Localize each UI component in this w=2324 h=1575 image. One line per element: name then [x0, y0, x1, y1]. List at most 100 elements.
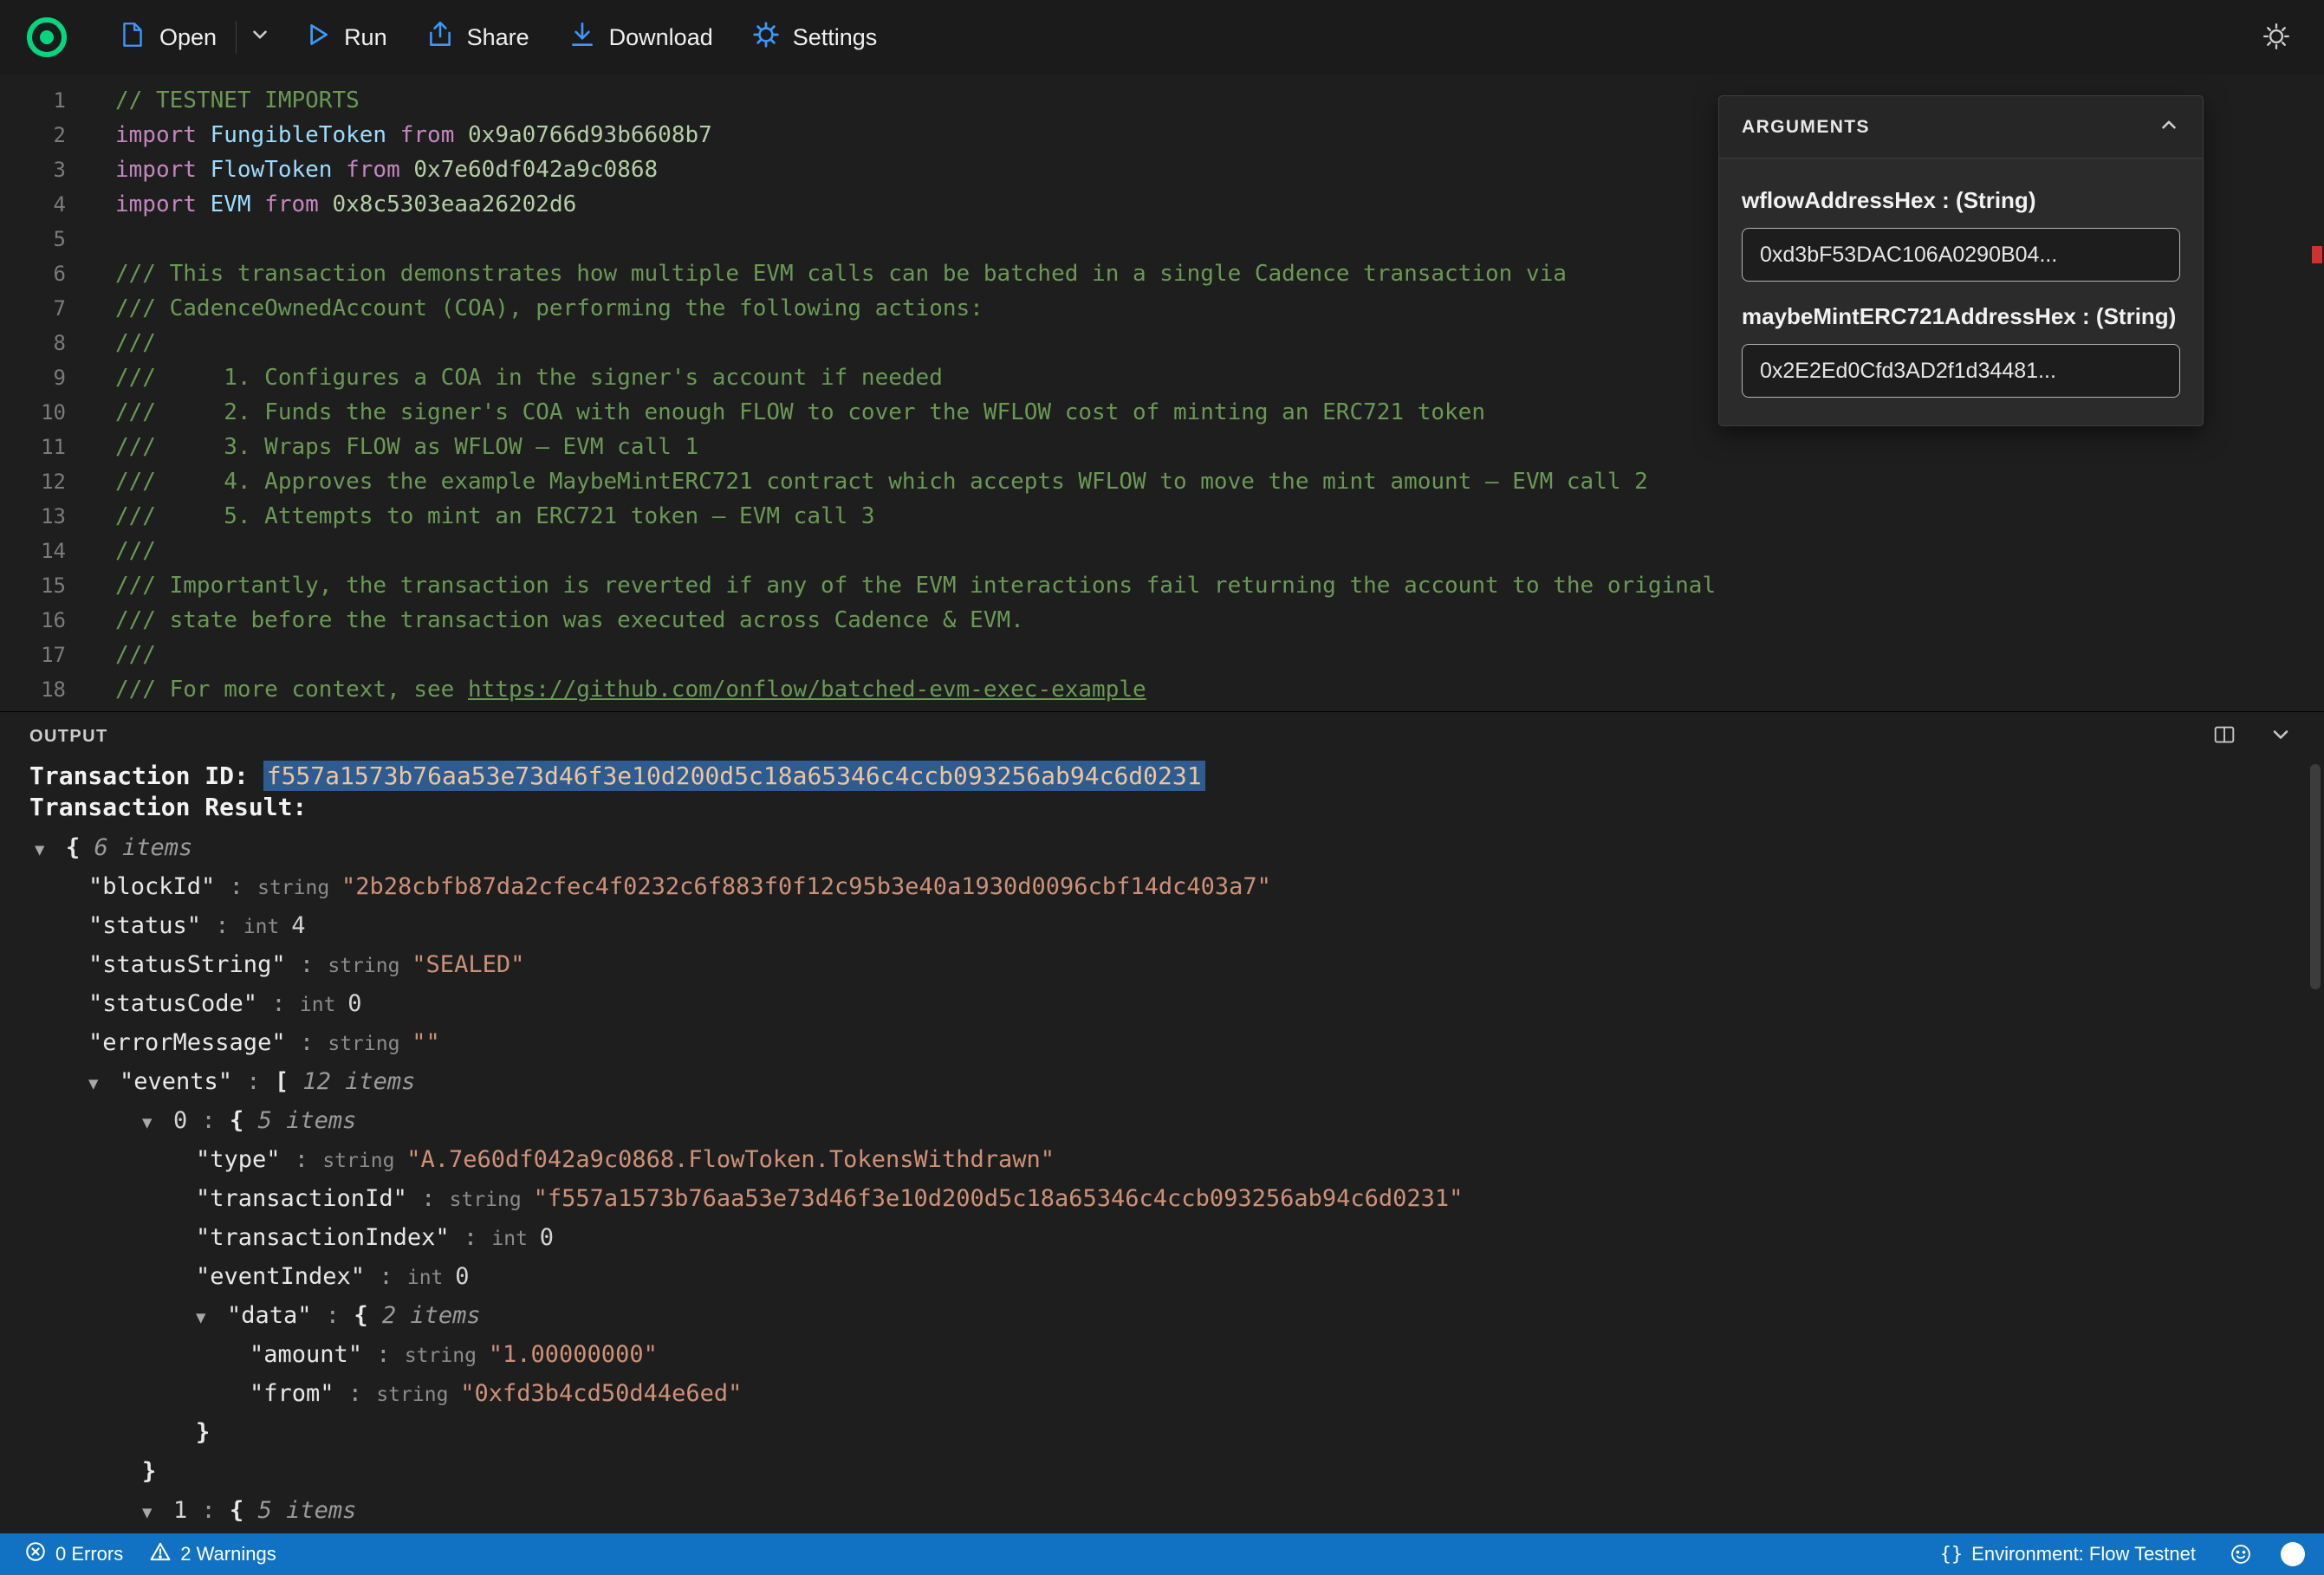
argument-label: maybeMintERC721AddressHex : (String) [1742, 303, 2177, 329]
code-editor[interactable]: 1 // TESTNET IMPORTS 2 import FungibleToken… [0, 75, 2324, 711]
transaction-result-label: Transaction Result: [29, 793, 308, 821]
json-tree-line: ▼ "data" : { 2 items [0, 1296, 2324, 1335]
open-dropdown-button[interactable] [237, 15, 283, 61]
share-label: Share [466, 23, 529, 50]
json-segment-brace: } [142, 1458, 157, 1485]
split-panel-icon[interactable] [2211, 722, 2237, 752]
environment-indicator[interactable]: {} Environment: Flow Testnet [1935, 1543, 2201, 1565]
code-token: import [115, 191, 211, 217]
code-token: /// 5. Attempts to mint an ERC721 token … [115, 503, 875, 529]
scrollbar-error-marker [2312, 246, 2322, 263]
json-tree-line: } [0, 1413, 2324, 1452]
json-tree-line: ▼{ 6 items [0, 828, 2324, 867]
code-line[interactable]: 17 /// [0, 638, 2324, 672]
share-button[interactable]: Share [406, 11, 549, 64]
json-segment-type: string [257, 877, 342, 899]
code-link[interactable]: https://github.com/onflow/batched-evm-ex… [468, 677, 1146, 703]
json-segment-punct: : [215, 873, 258, 900]
json-segment-items: 12 items [302, 1068, 416, 1095]
json-tree-line: ▼ 1 : { 5 items [0, 1491, 2324, 1530]
json-segment-key: "from" [250, 1380, 334, 1407]
open-button[interactable]: Open [99, 11, 236, 64]
line-number: 9 [53, 366, 66, 390]
argument-input[interactable]: 0x2E2Ed0Cfd3AD2f1d34481... [1742, 344, 2180, 398]
json-segment-punct: : [406, 1185, 450, 1212]
code-token: from [399, 122, 469, 148]
output-scrollbar-thumb[interactable] [2310, 764, 2321, 989]
arguments-header[interactable]: ARGUMENTS [1719, 96, 2203, 159]
json-segment-idx: 0 [173, 1107, 188, 1134]
json-tree-line: "amount" : string "1.00000000" [0, 1335, 2324, 1374]
flow-logo-icon[interactable] [26, 16, 68, 58]
settings-button[interactable]: Settings [732, 11, 897, 64]
collapse-output-icon[interactable] [2269, 723, 2293, 751]
json-segment-punct: : [187, 1107, 230, 1134]
json-segment-items: 6 items [94, 834, 193, 861]
collapse-arrow-icon[interactable]: ▼ [196, 1299, 227, 1338]
code-token: /// [115, 330, 156, 356]
code-token: /// [115, 642, 156, 668]
json-tree-line: "statusString" : string "SEALED" [0, 945, 2324, 984]
flow-playground-app: Open Run Share Download Settings 1 // TE… [0, 0, 2324, 1575]
run-button[interactable]: Run [283, 11, 406, 64]
line-number: 1 [53, 88, 66, 113]
json-segment-punct: : [362, 1341, 405, 1368]
json-segment-num: 0 [347, 990, 362, 1017]
code-token: /// 2. Funds the signer's COA with enoug… [115, 399, 1485, 425]
code-line[interactable]: 16 /// state before the transaction was e… [0, 603, 2324, 638]
argument-input[interactable]: 0xd3bF53DAC106A0290B04... [1742, 228, 2180, 282]
code-line[interactable]: 13 /// 5. Attempts to mint an ERC721 toke… [0, 499, 2324, 534]
json-segment-brace: { [354, 1302, 382, 1329]
toolbar: Open Run Share Download Settings [0, 0, 2324, 75]
json-tree-line: "transactionId" : string "f557a1573b76aa… [0, 1179, 2324, 1218]
collapse-arrow-icon[interactable]: ▼ [142, 1494, 173, 1533]
json-segment-str: "f557a1573b76aa53e73d46f3e10d200d5c18a65… [533, 1185, 1464, 1212]
errors-count: 0 Errors [55, 1543, 124, 1565]
json-segment-punct: : [257, 990, 300, 1017]
line-number: 13 [41, 504, 66, 528]
json-segment-type: string [328, 955, 412, 977]
json-segment-items: 5 items [257, 1107, 357, 1134]
json-segment-type: int [406, 1267, 456, 1289]
json-segment-type: string [328, 1033, 412, 1055]
json-segment-brace: { [66, 834, 94, 861]
run-label: Run [344, 23, 387, 50]
warnings-indicator[interactable]: 2 Warnings [144, 1540, 281, 1568]
json-segment-brace: } [196, 1419, 211, 1446]
download-button[interactable]: Download [549, 11, 732, 64]
collapse-arrow-icon[interactable]: ▼ [35, 831, 66, 870]
collapse-arrow-icon[interactable]: ▼ [142, 1104, 173, 1143]
transaction-id-line: Transaction ID: f557a1573b76aa53e73d46f3… [0, 761, 2324, 792]
json-tree-line: "type" : string "A.7e60df042a9c0868.Flow… [0, 1140, 2324, 1179]
environment-label: Environment: Flow Testnet [1971, 1543, 2196, 1565]
warnings-count: 2 Warnings [180, 1543, 276, 1565]
line-number: 15 [41, 574, 66, 598]
braces-icon: {} [1939, 1543, 1964, 1565]
theme-toggle-button[interactable] [2255, 15, 2298, 61]
line-number: 10 [41, 400, 66, 425]
json-segment-key: "type" [196, 1146, 281, 1173]
code-line[interactable]: 18 /// For more context, see https://gith… [0, 672, 2324, 707]
collapse-arrow-icon[interactable]: ▼ [88, 1065, 120, 1104]
json-segment-str: "0xfd3b4cd50d44e6ed" [460, 1380, 743, 1407]
code-token: /// Importantly, the transaction is reve… [115, 573, 1717, 599]
code-line[interactable]: 11 /// 3. Wraps FLOW as WFLOW — EVM call … [0, 430, 2324, 464]
code-token: from [346, 157, 414, 183]
transaction-id-label: Transaction ID: [29, 762, 263, 790]
code-line[interactable]: 14 /// [0, 534, 2324, 568]
json-segment-brace: [ [274, 1068, 303, 1095]
code-token: /// For more context, see [115, 677, 468, 703]
code-token: EVM [210, 191, 265, 217]
arguments-title: ARGUMENTS [1742, 116, 1870, 137]
json-tree-line: "blockId" : string "2b28cbfb87da2cfec4f0… [0, 867, 2324, 906]
json-tree-line: "transactionIndex" : int 0 [0, 1218, 2324, 1257]
argument-label: wflowAddressHex : (String) [1742, 187, 2036, 213]
code-line[interactable]: 12 /// 4. Approves the example MaybeMintE… [0, 464, 2324, 499]
json-segment-type: int [299, 994, 348, 1016]
account-avatar[interactable] [2281, 1542, 2305, 1566]
feedback-icon[interactable] [2223, 1542, 2258, 1566]
code-line[interactable]: 15 /// Importantly, the transaction is re… [0, 568, 2324, 603]
errors-indicator[interactable]: 0 Errors [19, 1540, 128, 1568]
chevron-up-icon[interactable] [2158, 113, 2180, 140]
json-tree-line: ▼ "events" : [ 12 items [0, 1062, 2324, 1101]
